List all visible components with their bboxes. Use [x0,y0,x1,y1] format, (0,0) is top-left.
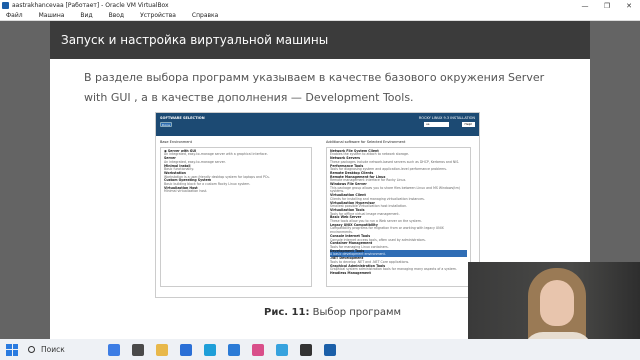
menu-machine[interactable]: Машина [39,12,65,19]
addons-list: Network File System Client Enables the sy… [326,146,471,287]
addon-item: Headless Management [330,270,467,276]
edge-icon[interactable] [204,343,216,356]
virtualbox-icon [2,2,9,9]
addons-pane: Additional software for Selected Environ… [326,140,471,291]
start-icon[interactable] [6,343,18,356]
presenter-face [540,280,574,326]
window-controls: — ❐ ✕ [574,2,640,10]
installer-product: ROCKY LINUX 9.3 INSTALLATION [418,116,475,120]
software-selection-screenshot: SOFTWARE SELECTION Done ROCKY LINUX 9.3 … [155,112,480,298]
caption-text: Выбор программ [309,307,402,318]
base-env-item: Virtualization Host Minimal virtualizatio… [164,186,308,194]
installer-section-title: SOFTWARE SELECTION [160,116,205,120]
help-button: Help! [462,122,475,127]
menu-view[interactable]: Вид [80,12,92,19]
search-icon [28,346,35,353]
base-env-item: ◉ Server with GUI An integrated, easy-to-… [164,149,308,157]
maximize-button[interactable]: ❐ [596,2,618,10]
window-titlebar: aastrakhancevaa [Работает] - Oracle VM V… [0,0,640,11]
window-title: aastrakhancevaa [Работает] - Oracle VM V… [12,2,169,9]
menu-input[interactable]: Ввод [109,12,124,19]
menu-devices[interactable]: Устройства [140,12,176,19]
terminal-icon[interactable] [300,343,312,356]
keyboard-layout: us [424,122,449,127]
base-environment-heading: Base Environment [160,140,192,144]
installer-header: SOFTWARE SELECTION Done ROCKY LINUX 9.3 … [156,113,479,136]
widgets-icon[interactable] [108,343,120,356]
figure-caption: Рис. 11: Выбор программ [264,307,401,318]
minimize-button[interactable]: — [574,2,596,10]
base-env-item-desc: Minimal virtualization host. [164,189,208,194]
taskbar-apps [108,343,336,356]
menu-file[interactable]: Файл [6,12,23,19]
store-icon[interactable] [180,343,192,356]
close-button[interactable]: ✕ [618,2,640,10]
base-environment-pane: Base Environment ◉ Server with GUI An int… [160,140,312,291]
base-environment-list: ◉ Server with GUI An integrated, easy-to-… [160,146,312,287]
search-label: Поиск [41,345,65,354]
taskbar-search[interactable]: Поиск [28,343,108,357]
slide-title: Запуск и настройка виртуальной машины [50,21,590,59]
addons-heading: Additional software for Selected Environ… [326,140,406,144]
slide-paragraph: В разделе выбора программ указываем в ка… [84,71,545,104]
virtualbox-icon[interactable] [324,343,336,356]
vscode-icon[interactable] [228,343,240,356]
telegram-icon[interactable] [276,343,288,356]
addon-item-name: Headless Management [330,270,371,275]
caption-label: Рис. 11: [264,307,310,318]
explorer-icon[interactable] [156,343,168,356]
task-view-icon[interactable] [132,343,144,356]
menubar: Файл Машина Вид Ввод Устройства Справка [0,11,640,21]
done-button: Done [160,122,172,127]
taskbar: Поиск [0,339,640,360]
photos-icon[interactable] [252,343,264,356]
menu-help[interactable]: Справка [192,12,218,19]
presentation-margin-left [0,21,50,339]
